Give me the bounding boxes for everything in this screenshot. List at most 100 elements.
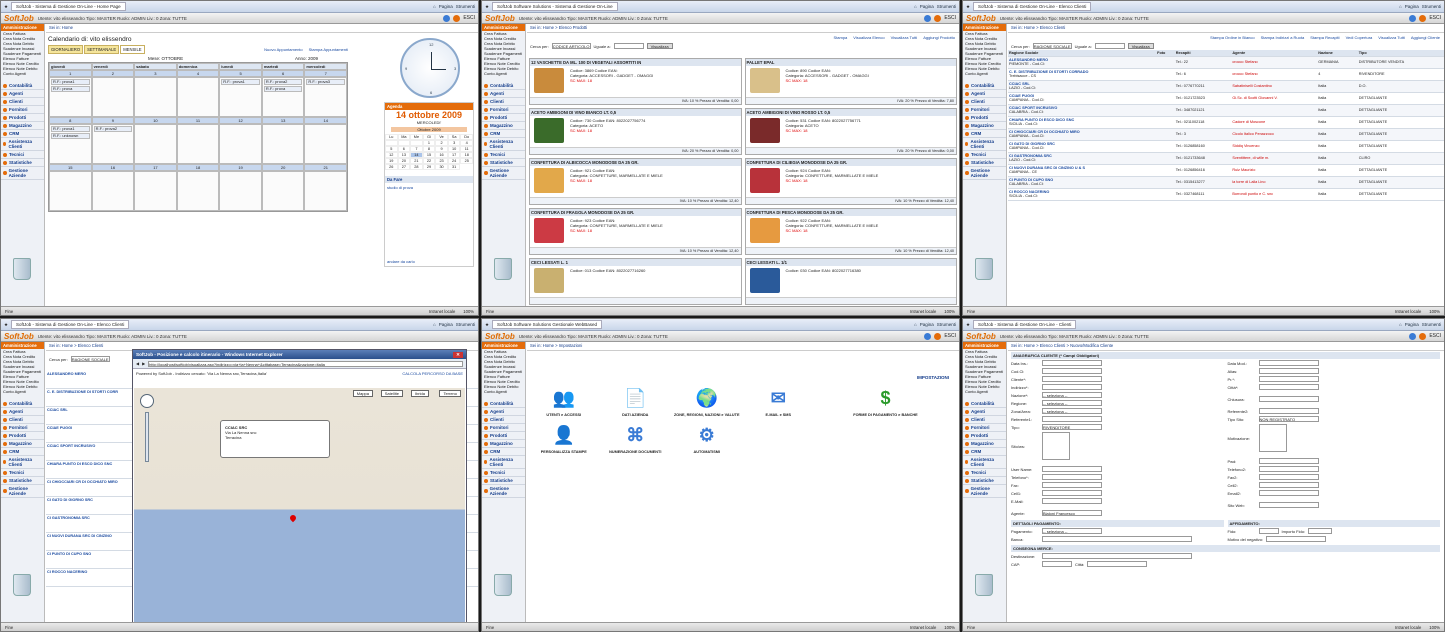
form-input[interactable] [1258, 458, 1319, 464]
client-name-cell[interactable]: CHIARA PUNTO DI ESCO DICO SNC SICILIA - C… [1008, 116, 1157, 129]
day-number[interactable]: 6 [261, 70, 305, 77]
form-input[interactable] [1042, 482, 1102, 488]
form-input[interactable] [1258, 384, 1319, 390]
day-number[interactable]: 14 [304, 117, 347, 124]
tools-menu[interactable]: Strumenti [937, 322, 956, 327]
mini-day[interactable]: 29 [422, 164, 436, 170]
browser-tab[interactable]: SoftJob - Sistema di Gestione On-Line - … [11, 2, 126, 11]
forward-icon[interactable]: ▶ [142, 361, 145, 366]
exit-link[interactable]: ESCI [944, 333, 956, 339]
table-row[interactable]: CCIAE PUGGI CAMPANIA - Cod.Cl: Tel.: 01217… [1008, 92, 1444, 105]
cap-input[interactable] [1042, 561, 1072, 567]
nav-item[interactable]: Tecnici [482, 151, 525, 159]
mini-day[interactable]: 26 [385, 164, 398, 170]
mini-day[interactable]: 31 [447, 164, 461, 170]
power-icon[interactable] [934, 332, 942, 340]
day-cell[interactable] [134, 124, 177, 164]
nav-item[interactable]: Agenti [482, 408, 525, 416]
home-icon[interactable]: ⌂ [1399, 4, 1402, 9]
mini-day[interactable]: 28 [410, 164, 423, 170]
mini-calendar-month[interactable]: Ottobre 2009 [391, 127, 467, 132]
form-input[interactable]: -- seleziona -- [1042, 392, 1102, 398]
day-cell[interactable] [134, 77, 177, 117]
nav-item[interactable]: Gestione Aziende [1, 485, 44, 498]
recycle-bin-icon[interactable] [13, 574, 31, 596]
agent-cell[interactable]: la torre di Lalla Lino [1231, 176, 1318, 189]
brand-logo[interactable]: SoftJob [4, 14, 34, 23]
day-cell[interactable] [91, 171, 135, 211]
nav-item[interactable]: Contabilità [482, 400, 525, 408]
nav-item[interactable]: Clienti [1, 98, 44, 106]
star-icon[interactable]: ★ [4, 4, 8, 10]
todo-item[interactable]: andare da carlo [385, 257, 473, 266]
settings-payments[interactable]: $ FORME DI PAGAMENTO e BANCHE [816, 386, 955, 417]
agent-cell[interactable]: crocco Stefano [1231, 56, 1318, 69]
client-name-cell[interactable]: CI ROCCO NACERINO SICILIA - Cod.Cl: [1008, 188, 1157, 201]
product-image[interactable] [749, 118, 780, 143]
day-cell[interactable] [134, 171, 177, 211]
home-icon[interactable]: ⌂ [914, 322, 917, 327]
recycle-bin-icon[interactable] [494, 258, 512, 280]
credit-select[interactable] [1258, 528, 1279, 534]
form-input[interactable] [1258, 490, 1319, 496]
nav-item[interactable]: Magazzino [963, 440, 1006, 448]
sidebar-head[interactable]: Amministrazione [963, 24, 1006, 31]
day-cell[interactable] [261, 171, 305, 211]
client-tool-link[interactable]: Visualizza Tutti [1378, 35, 1405, 40]
form-input[interactable] [1258, 368, 1319, 374]
nav-item[interactable]: Agenti [963, 408, 1006, 416]
breadcrumb[interactable]: Sei in: Home [46, 24, 478, 33]
exit-link[interactable]: ESCI [1429, 15, 1441, 21]
form-input[interactable]: RIVENDITORE [1042, 424, 1102, 430]
search-field-select[interactable]: RAGIONE SOCIALE [1032, 43, 1072, 49]
agent-cell[interactable] [1231, 104, 1318, 117]
day-number[interactable]: 18 [176, 164, 220, 171]
destination-input[interactable] [1042, 553, 1192, 559]
calendar-event[interactable]: R.F.: prova1 [51, 126, 90, 132]
mini-day[interactable]: 27 [397, 164, 411, 170]
zoom-level[interactable]: 100% [463, 309, 474, 314]
brand-logo[interactable]: SoftJob [966, 332, 996, 341]
form-input[interactable] [1042, 490, 1102, 496]
nav-item[interactable]: Tecnici [963, 469, 1006, 477]
nav-item[interactable]: CRM [963, 448, 1006, 456]
product-image[interactable] [749, 268, 780, 293]
nav-item[interactable]: Statistiche [963, 477, 1006, 485]
exit-link[interactable]: ESCI [944, 15, 956, 21]
zoom-level[interactable]: 100% [944, 309, 955, 314]
star-icon[interactable]: ★ [966, 322, 970, 328]
mini-day[interactable]: 30 [435, 164, 448, 170]
nav-item[interactable]: CRM [482, 448, 525, 456]
nav-item[interactable]: Fornitori [1, 424, 44, 432]
nav-item[interactable]: Contabilità [963, 400, 1006, 408]
nav-item[interactable]: Prodotti [482, 114, 525, 122]
form-input[interactable] [1258, 502, 1319, 508]
product-card[interactable]: CONFETTURA DI CILIEGIA MONODOSE DA 25 GR… [744, 158, 957, 205]
table-row[interactable]: CHIARA PUNTO DI ESCO DICO SNC SICILIA - C… [1008, 116, 1444, 129]
browser-tab[interactable]: SoftJob - Sistema di Gestione On-Line - … [11, 320, 130, 329]
day-cell[interactable] [304, 171, 347, 211]
form-input[interactable] [1042, 416, 1102, 422]
day-number[interactable]: 1 [49, 70, 92, 77]
power-icon[interactable] [934, 14, 942, 22]
calendar-event[interactable]: R.F.: prova2 [263, 79, 303, 85]
settings-numbering[interactable]: ⌘ NUMERAZIONE DOCUMENTI [602, 423, 670, 454]
recycle-bin-icon[interactable] [13, 258, 31, 280]
day-number[interactable]: 9 [91, 117, 135, 124]
nav-item[interactable]: Prodotti [1, 114, 44, 122]
nav-item[interactable]: Tecnici [482, 469, 525, 477]
calendar-event[interactable]: R.F.: prova2 [93, 126, 133, 132]
day-cell[interactable] [304, 124, 347, 164]
search-button[interactable]: Visualizza [1127, 43, 1154, 49]
product-title[interactable]: CONFETTURA DI ALBICOCCA MONODOSE DA 25 G… [530, 159, 741, 166]
client-name-cell[interactable]: CCIAC SRL LAZIO - Cod.Cl: [1008, 80, 1157, 93]
zoom-slider[interactable] [145, 412, 149, 462]
recycle-bin-icon[interactable] [494, 574, 512, 596]
exit-link[interactable]: ESCI [1429, 333, 1441, 339]
home-icon[interactable]: ⌂ [433, 4, 436, 9]
print-link[interactable]: Stampa [834, 35, 848, 40]
agent-cell[interactable]: crocco Stefano [1231, 68, 1318, 81]
search-button[interactable]: Visualizza [646, 43, 673, 49]
home-icon[interactable]: ⌂ [433, 322, 436, 327]
agent-cell[interactable]: Ruiz Maurizio [1231, 164, 1318, 177]
